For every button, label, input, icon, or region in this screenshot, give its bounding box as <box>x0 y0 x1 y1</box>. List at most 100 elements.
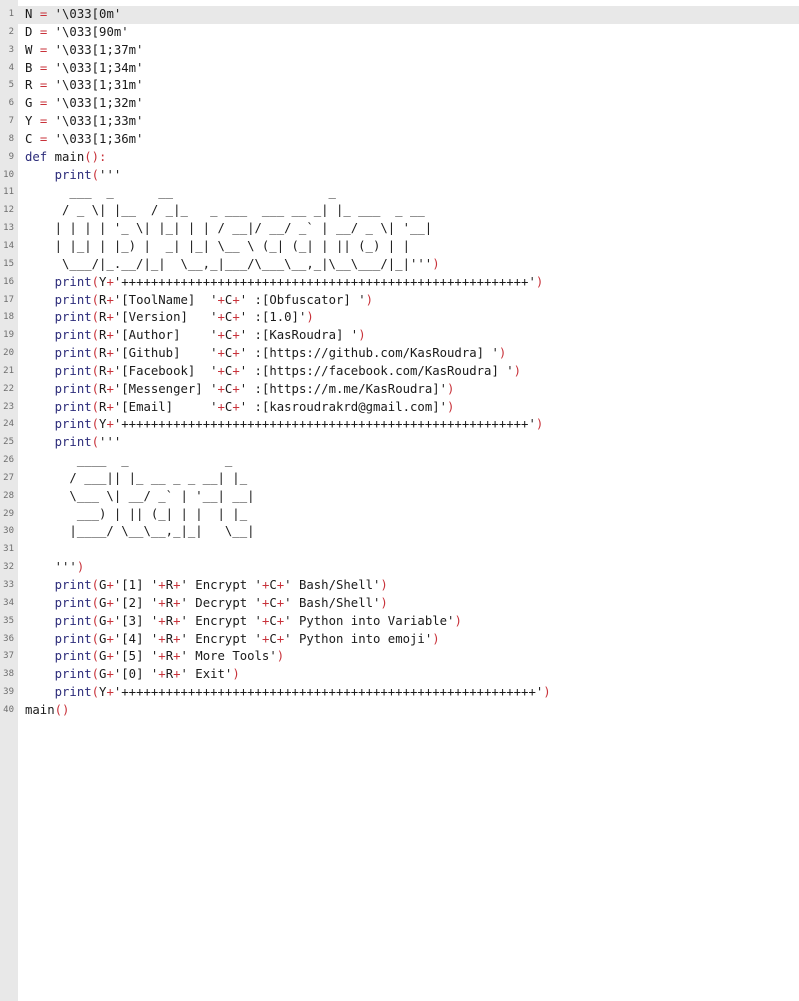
code-token: D <box>25 24 40 39</box>
code-token: print <box>25 363 92 378</box>
code-token: ( <box>91 274 100 289</box>
code-line[interactable]: 3 W = '\033[1;37m' <box>0 42 799 60</box>
code-token: + <box>106 417 114 432</box>
code-line[interactable]: 17 print(R+'[ToolName] '+C+' :[Obfuscato… <box>0 292 799 310</box>
code-line[interactable]: 38 print(G+'[0] '+R+' Exit') <box>0 666 799 684</box>
code-line[interactable]: 24 print(Y+'++++++++++++++++++++++++++++… <box>0 416 799 434</box>
code-text: print(Y+'+++++++++++++++++++++++++++++++… <box>25 684 551 702</box>
code-line[interactable]: 11 ___ _ __ _ <box>0 184 799 202</box>
line-number: 36 <box>3 633 14 644</box>
code-line[interactable]: 4 B = '\033[1;34m' <box>0 60 799 78</box>
code-line[interactable]: 29 ___) | || (_| | | | |_ <box>0 506 799 524</box>
code-line[interactable]: 31 <box>0 541 799 559</box>
code-line[interactable]: 5 R = '\033[1;31m' <box>0 77 799 95</box>
code-token: print <box>25 685 92 700</box>
code-line[interactable]: 19 print(R+'[Author] '+C+' :[KasRoudra] … <box>0 327 799 345</box>
code-token: C <box>269 578 277 592</box>
code-token: '[Facebook] ' <box>113 363 218 378</box>
code-token: '[2] ' <box>113 595 159 610</box>
line-number: 23 <box>3 401 14 412</box>
code-token: + <box>106 685 114 700</box>
code-line[interactable]: 6 G = '\033[1;32m' <box>0 95 799 113</box>
code-token: ( <box>91 310 100 325</box>
code-line[interactable]: 26 ____ _ _ <box>0 452 799 470</box>
code-line[interactable]: 27 / ___|| |_ __ _ _ __| |_ <box>0 470 799 488</box>
code-token: print <box>25 595 92 610</box>
code-token: ( <box>91 595 100 610</box>
code-line[interactable]: 15 \___/|_.__/|_| \__,_|___/\___\__,_|\_… <box>0 256 799 274</box>
code-token: '[Version] ' <box>113 310 218 325</box>
code-token: print <box>25 417 92 432</box>
code-token: + <box>158 578 166 592</box>
code-text: main() <box>25 702 69 720</box>
code-line[interactable]: 25 print(''' <box>0 434 799 452</box>
code-token: + <box>106 346 114 361</box>
code-token: | |_| | |_) | _| |_| \__ \ (_| (_| | || … <box>25 238 410 253</box>
code-line[interactable]: 39 print(Y+'++++++++++++++++++++++++++++… <box>0 684 799 702</box>
code-token: '\033[90m' <box>47 24 129 39</box>
code-line[interactable]: 16 print(Y+'++++++++++++++++++++++++++++… <box>0 274 799 292</box>
code-token: ) <box>535 274 544 289</box>
code-line[interactable]: 40 main() <box>0 702 799 720</box>
code-token: ' :[https://github.com/KasRoudra] ' <box>239 346 499 361</box>
code-line[interactable]: 21 print(R+'[Facebook] '+C+' :[https://f… <box>0 363 799 381</box>
code-text: print(G+'[2] '+R+' Decrypt '+C+' Bash/Sh… <box>25 595 388 613</box>
code-token: ' :[Obfuscator] ' <box>239 292 366 307</box>
code-token: ' Encrypt ' <box>180 578 262 592</box>
code-token: + <box>217 346 225 361</box>
code-token: ' Decrypt ' <box>180 595 262 610</box>
line-number: 33 <box>3 580 14 590</box>
code-line[interactable]: 22 print(R+'[Messenger] '+C+' :[https://… <box>0 381 799 399</box>
line-number: 25 <box>3 437 14 448</box>
code-token: C <box>269 613 277 628</box>
code-token: '\033[0m' <box>47 7 122 21</box>
code-line[interactable]: 10 print(''' <box>0 167 799 185</box>
code-token: ( <box>91 667 100 682</box>
code-line[interactable]: 37 print(G+'[5] '+R+' More Tools') <box>0 648 799 666</box>
code-line[interactable]: 20 print(R+'[Github] '+C+' :[https://git… <box>0 345 799 363</box>
line-number: 29 <box>3 508 14 519</box>
code-token: print <box>25 613 92 628</box>
line-number: 10 <box>3 169 14 180</box>
code-line[interactable]: 13 | | | | '_ \| |_| | | / __|/ __/ _` |… <box>0 220 799 238</box>
line-number: 3 <box>8 44 14 55</box>
line-number: 2 <box>8 26 14 37</box>
line-number: 5 <box>8 80 14 91</box>
code-token: print <box>25 399 92 414</box>
code-token: (): <box>84 149 107 164</box>
code-text: print(R+'[Email] '+C+' :[kasroudrakrd@gm… <box>25 399 455 417</box>
line-number: 15 <box>3 258 14 269</box>
code-line[interactable]: 7 Y = '\033[1;33m' <box>0 113 799 131</box>
code-text: N = '\033[0m' <box>25 6 121 24</box>
code-line[interactable]: 23 print(R+'[Email] '+C+' :[kasroudrakrd… <box>0 399 799 417</box>
code-line[interactable]: 1 N = '\033[0m' <box>0 6 799 24</box>
code-token: ' Bash/Shell' <box>284 595 381 610</box>
code-line[interactable]: 2 D = '\033[90m' <box>0 24 799 42</box>
code-line[interactable]: 30 |____/ \__\__,_|_| \__| <box>0 523 799 541</box>
code-token: \___ \| __/ _` | '__| __| <box>25 488 255 503</box>
code-token: ( <box>91 399 100 414</box>
code-text: print(''' <box>25 434 122 452</box>
code-line[interactable]: 8 C = '\033[1;36m' <box>0 131 799 149</box>
code-lines[interactable]: 1 N = '\033[0m' 2 D = '\033[90m' 3 W = '\033[… <box>0 6 799 720</box>
code-line[interactable]: 35 print(G+'[3] '+R+' Encrypt '+C+' Pyth… <box>0 613 799 631</box>
code-text: / _ \| |__ / _|_ _ ___ ___ __ _| |_ ___ … <box>25 202 425 220</box>
code-line[interactable]: 32 ''') <box>0 559 799 577</box>
code-text: ___) | || (_| | | | |_ <box>25 506 247 524</box>
code-line[interactable]: 36 print(G+'[4] '+R+' Encrypt '+C+' Pyth… <box>0 631 799 649</box>
code-line[interactable]: 33 print(G+'[1] '+R+' Encrypt '+C+' Bash… <box>0 577 799 595</box>
code-line[interactable]: 34 print(G+'[2] '+R+' Decrypt '+C+' Bash… <box>0 595 799 613</box>
code-token: + <box>217 310 225 325</box>
code-text: W = '\033[1;37m' <box>25 42 143 60</box>
code-line[interactable]: 14 | |_| | |_) | _| |_| \__ \ (_| (_| | … <box>0 238 799 256</box>
code-token: '[3] ' <box>113 613 159 628</box>
code-token: + <box>106 292 114 307</box>
code-line[interactable]: 28 \___ \| __/ _` | '__| __| <box>0 488 799 506</box>
code-token: / _ \| |__ / _|_ _ ___ ___ __ _| |_ ___ … <box>25 203 425 218</box>
code-line[interactable]: 12 / _ \| |__ / _|_ _ ___ ___ __ _| |_ _… <box>0 202 799 220</box>
code-line[interactable]: 18 print(R+'[Version] '+C+' :[1.0]') <box>0 309 799 327</box>
code-editor[interactable]: 1 N = '\033[0m' 2 D = '\033[90m' 3 W = '\033[… <box>0 0 799 1001</box>
code-token: + <box>232 381 240 396</box>
code-token: + <box>106 667 114 682</box>
code-line[interactable]: 9 def main(): <box>0 149 799 167</box>
